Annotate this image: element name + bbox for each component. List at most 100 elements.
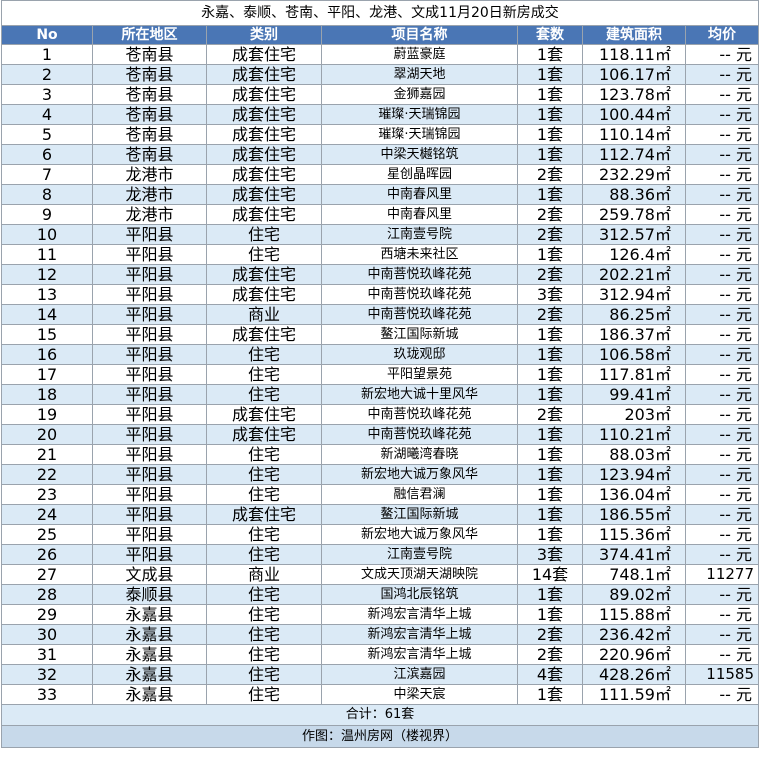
cell-project-name: 中南菩悦玖峰花苑	[321, 284, 518, 305]
cell-price: -- 元	[685, 364, 759, 385]
cell-region: 苍南县	[92, 64, 207, 85]
table-row: 18 平阳县 住宅 新宏地大诚十里风华 1套 99.41㎡ -- 元	[1, 384, 759, 405]
cell-project-name: 中南菩悦玖峰花苑	[321, 304, 518, 325]
cell-area: 220.96㎡	[582, 644, 686, 665]
cell-project-name: 新鸿宏言清华上城	[321, 644, 518, 665]
cell-region: 平阳县	[92, 464, 207, 485]
cell-area: 236.42㎡	[582, 624, 686, 645]
cell-no: 6	[1, 144, 93, 165]
cell-region: 龙港市	[92, 184, 207, 205]
table-row: 20 平阳县 成套住宅 中南菩悦玖峰花苑 1套 110.21㎡ -- 元	[1, 424, 759, 445]
cell-region: 平阳县	[92, 384, 207, 405]
cell-units: 1套	[517, 384, 583, 405]
cell-no: 12	[1, 264, 93, 285]
header-region: 所在地区	[92, 25, 207, 45]
cell-project-name: 新宏地大诚十里风华	[321, 384, 518, 405]
cell-type: 成套住宅	[206, 104, 322, 125]
cell-no: 14	[1, 304, 93, 325]
cell-units: 1套	[517, 84, 583, 105]
cell-price: -- 元	[685, 304, 759, 325]
table-row: 1 苍南县 成套住宅 蔚蓝豪庭 1套 118.11㎡ -- 元	[1, 44, 759, 65]
cell-price: -- 元	[685, 164, 759, 185]
cell-region: 平阳县	[92, 544, 207, 565]
cell-no: 18	[1, 384, 93, 405]
cell-area: 110.14㎡	[582, 124, 686, 145]
cell-type: 住宅	[206, 544, 322, 565]
cell-no: 4	[1, 104, 93, 125]
cell-price: -- 元	[685, 424, 759, 445]
table-row: 6 苍南县 成套住宅 中梁天樾铭筑 1套 112.74㎡ -- 元	[1, 144, 759, 165]
cell-project-name: 江滨嘉园	[321, 664, 518, 685]
cell-price: -- 元	[685, 264, 759, 285]
cell-region: 平阳县	[92, 304, 207, 325]
cell-area: 88.36㎡	[582, 184, 686, 205]
cell-type: 住宅	[206, 664, 322, 685]
cell-region: 苍南县	[92, 44, 207, 65]
cell-price: -- 元	[685, 224, 759, 245]
cell-units: 1套	[517, 144, 583, 165]
cell-no: 33	[1, 684, 93, 705]
cell-price: -- 元	[685, 204, 759, 225]
cell-type: 成套住宅	[206, 64, 322, 85]
cell-project-name: 国鸿北辰铭筑	[321, 584, 518, 605]
cell-region: 平阳县	[92, 344, 207, 365]
cell-type: 住宅	[206, 484, 322, 505]
cell-units: 2套	[517, 404, 583, 425]
table-row: 28 泰顺县 住宅 国鸿北辰铭筑 1套 89.02㎡ -- 元	[1, 584, 759, 605]
cell-price: -- 元	[685, 44, 759, 65]
table-row: 7 龙港市 成套住宅 星创晶晖园 2套 232.29㎡ -- 元	[1, 164, 759, 185]
cell-type: 成套住宅	[206, 424, 322, 445]
cell-project-name: 新宏地大诚万象风华	[321, 524, 518, 545]
cell-units: 2套	[517, 264, 583, 285]
cell-units: 1套	[517, 524, 583, 545]
cell-type: 住宅	[206, 604, 322, 625]
cell-project-name: 中南菩悦玖峰花苑	[321, 404, 518, 425]
cell-type: 成套住宅	[206, 324, 322, 345]
cell-no: 23	[1, 484, 93, 505]
cell-region: 平阳县	[92, 404, 207, 425]
cell-units: 1套	[517, 44, 583, 65]
table-title: 永嘉、泰顺、苍南、平阳、龙港、文成11月20日新房成交	[1, 0, 759, 26]
cell-area: 259.78㎡	[582, 204, 686, 225]
cell-area: 186.55㎡	[582, 504, 686, 525]
cell-project-name: 中南春风里	[321, 204, 518, 225]
cell-project-name: 星创晶晖园	[321, 164, 518, 185]
cell-project-name: 中南菩悦玖峰花苑	[321, 424, 518, 445]
cell-units: 1套	[517, 104, 583, 125]
cell-units: 1套	[517, 584, 583, 605]
cell-type: 成套住宅	[206, 164, 322, 185]
cell-type: 成套住宅	[206, 284, 322, 305]
cell-units: 3套	[517, 544, 583, 565]
cell-price: -- 元	[685, 84, 759, 105]
cell-units: 1套	[517, 504, 583, 525]
cell-price: -- 元	[685, 104, 759, 125]
cell-area: 312.94㎡	[582, 284, 686, 305]
cell-project-name: 玖珑观邸	[321, 344, 518, 365]
cell-price: 11585	[685, 664, 759, 685]
cell-region: 平阳县	[92, 224, 207, 245]
cell-type: 成套住宅	[206, 144, 322, 165]
cell-units: 1套	[517, 64, 583, 85]
cell-units: 1套	[517, 464, 583, 485]
header-no: No	[1, 25, 93, 45]
title-row: 永嘉、泰顺、苍南、平阳、龙港、文成11月20日新房成交	[1, 0, 759, 26]
cell-type: 成套住宅	[206, 184, 322, 205]
cell-type: 住宅	[206, 584, 322, 605]
table-row: 3 苍南县 成套住宅 金狮嘉园 1套 123.78㎡ -- 元	[1, 84, 759, 105]
cell-no: 10	[1, 224, 93, 245]
cell-region: 泰顺县	[92, 584, 207, 605]
cell-type: 成套住宅	[206, 84, 322, 105]
cell-project-name: 鳌江国际新城	[321, 324, 518, 345]
header-row: No 所在地区 类别 项目名称 套数 建筑面积 均价	[1, 25, 759, 45]
cell-no: 17	[1, 364, 93, 385]
cell-price: -- 元	[685, 184, 759, 205]
cell-no: 28	[1, 584, 93, 605]
cell-units: 1套	[517, 364, 583, 385]
cell-type: 住宅	[206, 524, 322, 545]
cell-units: 2套	[517, 164, 583, 185]
table-body: 1 苍南县 成套住宅 蔚蓝豪庭 1套 118.11㎡ -- 元 2 苍南县 成套住宅 翠湖天地 1套 1…	[1, 44, 759, 705]
cell-project-name: 蔚蓝豪庭	[321, 44, 518, 65]
cell-no: 11	[1, 244, 93, 265]
cell-price: -- 元	[685, 624, 759, 645]
cell-region: 平阳县	[92, 324, 207, 345]
